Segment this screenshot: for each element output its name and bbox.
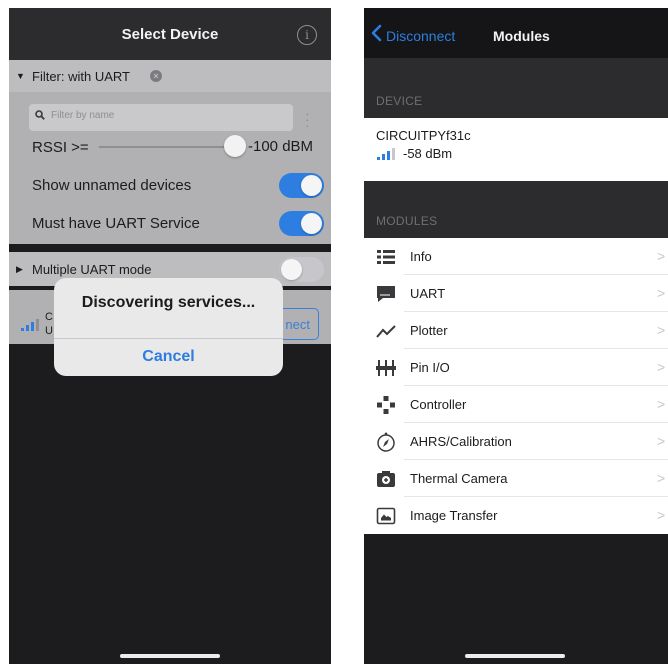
home-indicator [465, 654, 565, 658]
compass-icon [377, 432, 395, 452]
module-label: Controller [410, 397, 467, 412]
cancel-button[interactable]: Cancel [54, 339, 283, 376]
device-name: C U [45, 311, 53, 337]
must-have-uart-toggle[interactable] [279, 211, 324, 236]
must-have-uart-label: Must have UART Service [32, 215, 200, 232]
more-options-icon[interactable]: · · · [305, 106, 310, 132]
info-icon[interactable]: i [297, 25, 317, 45]
module-label: AHRS/Calibration [410, 434, 512, 449]
search-input[interactable] [51, 110, 281, 121]
device-name: CIRCUITPYf31c [376, 128, 471, 143]
module-row-plotter[interactable]: Plotter > [364, 312, 668, 349]
modules-section-title: MODULES [376, 214, 438, 228]
show-unnamed-label: Show unnamed devices [32, 177, 192, 194]
disclosure-right-icon: ▶ [16, 264, 23, 274]
camera-icon [377, 471, 395, 487]
filter-header[interactable]: ▼ Filter: with UART × [9, 60, 331, 92]
plot-line-icon [376, 325, 396, 338]
module-row-thermal-camera[interactable]: Thermal Camera > [364, 460, 668, 497]
modules-section-header: MODULES [364, 181, 668, 238]
clear-filter-icon[interactable]: × [150, 70, 162, 82]
chevron-right-icon: > [657, 470, 666, 486]
search-icon [35, 110, 45, 123]
discovering-alert: Discovering services... Cancel [54, 278, 283, 376]
show-unnamed-toggle[interactable] [279, 173, 324, 198]
modules-list: Info > UART > Plotter > Pin I/O > Contro… [364, 238, 668, 534]
chevron-right-icon: > [657, 507, 666, 523]
pins-icon [376, 360, 396, 376]
device-section-title: DEVICE [376, 94, 423, 108]
rssi-slider-track[interactable] [99, 146, 239, 148]
nav-title: Select Device [121, 26, 219, 43]
disclosure-down-icon: ▼ [16, 71, 25, 81]
signal-strength-icon [21, 319, 39, 331]
module-label: Plotter [410, 323, 448, 338]
multiple-uart-toggle[interactable] [279, 257, 324, 282]
module-row-pin-io[interactable]: Pin I/O > [364, 349, 668, 386]
module-row-image-transfer[interactable]: Image Transfer > [364, 497, 668, 534]
disconnect-button[interactable]: Disconnect [386, 28, 455, 44]
empty-area [364, 534, 668, 664]
rssi-label: RSSI >= [32, 139, 89, 156]
multiple-uart-label: Multiple UART mode [32, 262, 152, 277]
dpad-icon [377, 396, 395, 414]
device-rssi: -58 dBm [403, 146, 453, 161]
device-section-header: DEVICE [364, 58, 668, 118]
chevron-left-icon[interactable] [370, 24, 382, 42]
chevron-right-icon: > [657, 285, 666, 301]
search-field[interactable] [29, 104, 293, 131]
rssi-value: -100 dBM [248, 138, 314, 155]
module-label: Info [410, 249, 432, 264]
module-row-uart[interactable]: UART > [364, 275, 668, 312]
module-label: Thermal Camera [410, 471, 508, 486]
rssi-slider-thumb[interactable] [224, 135, 246, 157]
chevron-right-icon: > [657, 433, 666, 449]
module-label: Pin I/O [410, 360, 450, 375]
nav-bar: Disconnect Modules [364, 8, 668, 58]
signal-strength-icon [377, 148, 395, 160]
module-row-controller[interactable]: Controller > [364, 386, 668, 423]
select-device-screen: Select Device i ▼ Filter: with UART × ··… [9, 8, 331, 664]
module-label: UART [410, 286, 446, 301]
image-icon [376, 507, 396, 525]
modules-screen: Disconnect Modules DEVICE CIRCUITPYf31c … [364, 8, 668, 664]
module-row-info[interactable]: Info > [364, 238, 668, 275]
module-row-ahrs[interactable]: AHRS/Calibration > [364, 423, 668, 460]
section-divider [9, 244, 331, 252]
nav-bar: Select Device i [9, 8, 331, 60]
chevron-right-icon: > [657, 322, 666, 338]
alert-title: Discovering services... [81, 294, 256, 311]
chevron-right-icon: > [657, 359, 666, 375]
module-label: Image Transfer [410, 508, 498, 523]
home-indicator [120, 654, 220, 658]
chevron-right-icon: > [657, 248, 666, 264]
chat-icon [377, 286, 395, 302]
list-icon [377, 250, 395, 264]
chevron-right-icon: > [657, 396, 666, 412]
filter-title: Filter: with UART [32, 69, 130, 84]
device-info-card: CIRCUITPYf31c -58 dBm [364, 118, 668, 181]
nav-title: Modules [493, 28, 550, 44]
